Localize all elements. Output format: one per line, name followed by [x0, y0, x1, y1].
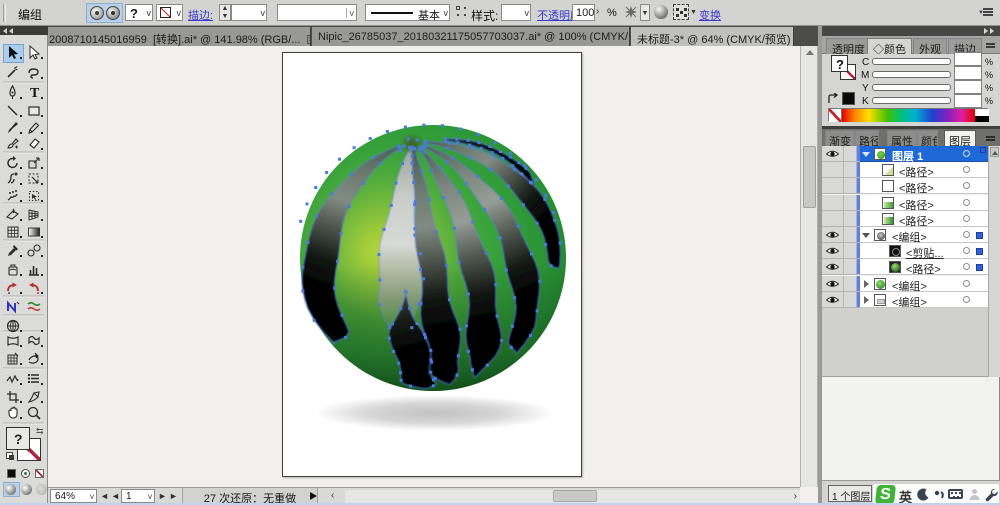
svg-text:T: T: [30, 86, 40, 101]
